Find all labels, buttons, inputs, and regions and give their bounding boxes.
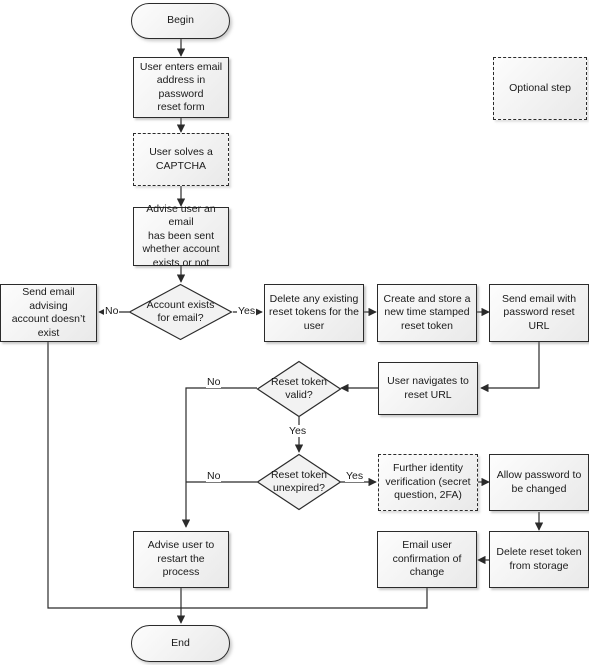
node-advise-email-sent-label: Advise user an email has been sent wheth… xyxy=(142,202,220,269)
node-further-verification[interactable]: Further identity verification (secret qu… xyxy=(378,454,478,511)
node-delete-existing-tokens[interactable]: Delete any existing reset tokens for the… xyxy=(264,284,364,342)
node-begin[interactable]: Begin xyxy=(131,3,230,39)
node-further-verification-label: Further identity verification (secret qu… xyxy=(385,462,471,502)
node-token-unexpired-label: Reset token unexpired? xyxy=(270,468,328,495)
node-send-no-account-label: Send email advising account doesn’t exis… xyxy=(11,286,86,339)
node-end[interactable]: End xyxy=(131,625,230,662)
node-delete-token-storage[interactable]: Delete reset token from storage xyxy=(489,531,589,588)
node-advise-restart-label: Advise user to restart the process xyxy=(147,539,215,579)
node-email-confirmation-label: Email user confirmation of change xyxy=(392,539,462,579)
node-captcha[interactable]: User solves a CAPTCHA xyxy=(133,133,229,186)
node-user-navigates[interactable]: User navigates to reset URL xyxy=(378,362,478,415)
node-delete-existing-tokens-label: Delete any existing reset tokens for the… xyxy=(269,292,359,332)
node-token-valid[interactable]: Reset token valid? xyxy=(256,360,342,418)
node-email-confirmation[interactable]: Email user confirmation of change xyxy=(377,531,477,588)
node-token-valid-label: Reset token valid? xyxy=(270,375,328,402)
legend-optional-step: Optional step xyxy=(493,57,587,120)
edge-token-valid-no xyxy=(181,387,257,528)
legend-optional-step-label: Optional step xyxy=(509,81,571,94)
node-send-reset-url[interactable]: Send email with password reset URL xyxy=(489,284,589,342)
edge-label-token-valid-yes: Yes xyxy=(288,425,308,437)
node-account-exists-label: Account exists for email? xyxy=(146,298,215,325)
node-begin-label: Begin xyxy=(167,14,194,27)
node-create-token-label: Create and store a new time stamped rese… xyxy=(383,292,471,332)
node-allow-password-change[interactable]: Allow password to be changed xyxy=(489,454,589,511)
node-allow-password-change-label: Allow password to be changed xyxy=(496,469,582,495)
edge-send-url-to-user-navigates xyxy=(480,342,540,393)
node-captcha-label: User solves a CAPTCHA xyxy=(149,146,213,172)
node-send-reset-url-label: Send email with password reset URL xyxy=(501,292,577,332)
edge-label-token-unexpired-yes: Yes xyxy=(345,470,365,482)
edge-label-account-exists-no: No xyxy=(104,305,120,317)
node-create-token[interactable]: Create and store a new time stamped rese… xyxy=(377,284,477,342)
edge-email-confirmation-to-end xyxy=(181,588,428,609)
node-enter-email-label: User enters email address in password re… xyxy=(139,60,223,114)
node-account-exists[interactable]: Account exists for email? xyxy=(128,283,233,341)
node-user-navigates-label: User navigates to reset URL xyxy=(387,375,469,401)
node-end-label: End xyxy=(171,636,190,649)
node-send-no-account[interactable]: Send email advising account doesn’t exis… xyxy=(0,284,97,342)
node-delete-token-storage-label: Delete reset token from storage xyxy=(496,546,582,572)
node-advise-email-sent[interactable]: Advise user an email has been sent wheth… xyxy=(133,203,229,269)
edge-label-token-unexpired-no: No xyxy=(206,470,222,482)
edge-label-account-exists-yes: Yes xyxy=(237,305,257,317)
flowchart-canvas: Begin User enters email address in passw… xyxy=(0,0,589,665)
node-enter-email[interactable]: User enters email address in password re… xyxy=(133,57,229,118)
node-advise-restart[interactable]: Advise user to restart the process xyxy=(133,531,229,588)
edge-label-token-valid-no: No xyxy=(206,376,222,388)
node-token-unexpired[interactable]: Reset token unexpired? xyxy=(256,453,342,511)
